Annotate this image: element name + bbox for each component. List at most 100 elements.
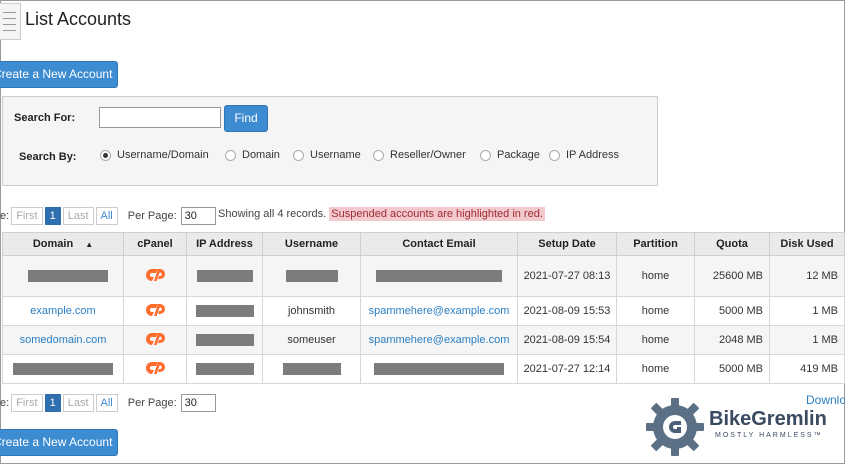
quota-cell: 5000 MB xyxy=(694,354,770,384)
radio-label: Username/Domain xyxy=(117,149,209,161)
per-page-input[interactable]: 30 xyxy=(180,393,216,412)
table-row: somedomain.com someuser spammehere@examp… xyxy=(2,325,845,355)
redaction xyxy=(374,363,504,376)
domain-cell[interactable] xyxy=(2,354,124,384)
ip-cell xyxy=(186,296,263,326)
gear-icon xyxy=(646,398,704,456)
last-page-button[interactable]: Last xyxy=(62,206,94,225)
menu-icon[interactable] xyxy=(0,3,21,40)
partition-cell: home xyxy=(616,296,695,326)
all-pages-button[interactable]: All xyxy=(95,206,118,225)
setup-date-cell: 2021-08-09 15:54 xyxy=(517,325,617,355)
records-count-text: Showing all 4 records. xyxy=(218,208,327,220)
redaction xyxy=(195,334,254,347)
search-for-label: Search For: xyxy=(14,112,76,124)
header-quota[interactable]: Quota xyxy=(694,232,770,256)
radio-ip-address[interactable]: IP Address xyxy=(549,149,619,161)
username-cell: johnsmith xyxy=(262,296,361,326)
per-page-label: Per Page: xyxy=(127,209,177,222)
radio-domain[interactable]: Domain xyxy=(225,149,280,161)
page-title: List Accounts xyxy=(25,9,132,29)
quota-cell: 25600 MB xyxy=(694,255,770,297)
radio-label: Package xyxy=(497,149,540,161)
cpanel-icon[interactable] xyxy=(123,325,187,355)
all-pages-button[interactable]: All xyxy=(95,393,118,412)
redaction xyxy=(282,363,341,376)
username-cell: someuser xyxy=(262,325,361,355)
radio-username[interactable]: Username xyxy=(293,149,361,161)
setup-date-cell: 2021-07-27 12:14 xyxy=(517,354,617,384)
domain-cell[interactable]: example.com xyxy=(2,296,124,326)
current-page-button[interactable]: 1 xyxy=(44,393,61,412)
setup-date-cell: 2021-08-09 15:53 xyxy=(517,296,617,326)
header-setup-date[interactable]: Setup Date xyxy=(517,232,617,256)
watermark-brand: BikeGremlin xyxy=(709,408,827,430)
radio-label: IP Address xyxy=(566,149,619,161)
table-row: example.com johnsmith spammehere@example… xyxy=(2,296,845,326)
redaction xyxy=(285,270,338,283)
cpanel-icon[interactable] xyxy=(123,296,187,326)
partition-cell: home xyxy=(616,325,695,355)
cpanel-icon[interactable] xyxy=(123,255,187,297)
radio-checked-icon xyxy=(100,149,111,161)
search-panel: Search For: Find Search By: Username/Dom… xyxy=(2,96,658,186)
radio-reseller-owner[interactable]: Reseller/Owner xyxy=(373,149,466,161)
create-account-button-top[interactable]: Create a New Account xyxy=(0,61,118,88)
email-cell[interactable]: spammehere@example.com xyxy=(360,296,518,326)
table-row: 2021-07-27 12:14 home 5000 MB 419 MB xyxy=(2,354,845,384)
search-input[interactable] xyxy=(99,107,221,128)
radio-unchecked-icon xyxy=(480,149,491,161)
header-ip[interactable]: IP Address xyxy=(186,232,263,256)
header-domain[interactable]: Domain ▲ xyxy=(2,232,124,256)
partition-cell: home xyxy=(616,354,695,384)
redaction xyxy=(196,270,253,283)
suspended-note: Suspended accounts are highlighted in re… xyxy=(329,207,545,221)
accounts-table: Domain ▲ cPanel IP Address Username Conta… xyxy=(2,232,845,384)
domain-cell[interactable] xyxy=(2,255,124,297)
disk-used-cell: 419 MB xyxy=(769,354,845,384)
quota-cell: 2048 MB xyxy=(694,325,770,355)
watermark-tagline: MOSTLY HARMLESS™ xyxy=(715,432,823,439)
first-page-button[interactable]: First xyxy=(11,393,43,412)
create-account-button-bottom[interactable]: Create a New Account xyxy=(0,429,118,456)
radio-label: Domain xyxy=(242,149,280,161)
disk-used-cell: 12 MB xyxy=(769,255,845,297)
radio-unchecked-icon xyxy=(293,149,304,161)
last-page-button[interactable]: Last xyxy=(62,393,94,412)
watermark-logo: BikeGremlin MOSTLY HARMLESS™ xyxy=(643,396,843,458)
redaction xyxy=(376,270,502,283)
ip-cell xyxy=(186,354,263,384)
email-cell[interactable]: spammehere@example.com xyxy=(360,325,518,355)
header-partition[interactable]: Partition xyxy=(616,232,695,256)
username-cell xyxy=(262,354,361,384)
records-status: Showing all 4 records. Suspended account… xyxy=(218,207,545,221)
quota-cell: 5000 MB xyxy=(694,296,770,326)
header-email[interactable]: Contact Email xyxy=(360,232,518,256)
disk-used-cell: 1 MB xyxy=(769,296,845,326)
header-username[interactable]: Username xyxy=(262,232,361,256)
current-page-button[interactable]: 1 xyxy=(44,206,61,225)
pager-top: e: First 1 Last All Per Page: 30 xyxy=(0,206,216,225)
email-cell[interactable] xyxy=(360,354,518,384)
table-row: 2021-07-27 08:13 home 25600 MB 12 MB xyxy=(2,255,845,297)
radio-username-domain[interactable]: Username/Domain xyxy=(100,149,209,161)
radio-package[interactable]: Package xyxy=(480,149,540,161)
per-page-label: Per Page: xyxy=(127,396,177,409)
find-button[interactable]: Find xyxy=(224,105,268,132)
redaction xyxy=(195,305,254,318)
sort-ascending-icon: ▲ xyxy=(85,240,94,249)
cpanel-icon[interactable] xyxy=(123,354,187,384)
first-page-button[interactable]: First xyxy=(11,206,43,225)
domain-cell[interactable]: somedomain.com xyxy=(2,325,124,355)
redaction xyxy=(195,363,254,376)
page-label: e: xyxy=(0,396,10,409)
pager-bottom: e: First 1 Last All Per Page: 30 xyxy=(0,393,216,412)
setup-date-cell: 2021-07-27 08:13 xyxy=(517,255,617,297)
per-page-input[interactable]: 30 xyxy=(180,206,216,225)
header-disk-used[interactable]: Disk Used xyxy=(769,232,845,256)
email-cell[interactable] xyxy=(360,255,518,297)
header-cpanel[interactable]: cPanel xyxy=(123,232,187,256)
redaction xyxy=(13,363,113,376)
radio-label: Username xyxy=(310,149,361,161)
redaction xyxy=(28,270,108,283)
